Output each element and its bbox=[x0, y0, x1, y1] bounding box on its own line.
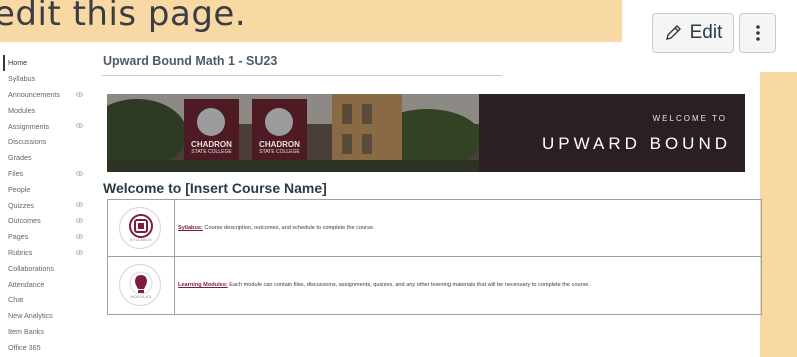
icon-cell: MODULES bbox=[108, 257, 175, 314]
nav-item[interactable]: Outcomes bbox=[8, 213, 98, 229]
nav-item-label: Chat bbox=[8, 295, 24, 305]
icon-caption: SYLLABUS bbox=[129, 238, 153, 242]
nav-item[interactable]: Item Banks bbox=[8, 324, 98, 340]
visibility-icon[interactable] bbox=[76, 249, 83, 256]
nav-item-label: Assignments bbox=[8, 121, 50, 131]
nav-item-label: Modules bbox=[8, 105, 36, 115]
nav-item-label: Discussions bbox=[8, 137, 47, 147]
table-row: MODULES Learning Modules: Each module ca… bbox=[108, 257, 761, 314]
visibility-icon[interactable] bbox=[76, 233, 83, 240]
nav-item-label: Files bbox=[8, 168, 24, 178]
nav-item[interactable]: Files bbox=[8, 166, 98, 182]
welcome-heading: Welcome to [Insert Course Name] bbox=[103, 180, 327, 196]
modules-icon bbox=[129, 271, 153, 295]
edit-button-label: Edit bbox=[689, 22, 723, 43]
visibility-icon[interactable] bbox=[76, 217, 83, 224]
nav-item[interactable]: Office 365 bbox=[8, 339, 98, 355]
nav-item-label: Outcomes bbox=[8, 216, 41, 226]
nav-item-label: Syllabus bbox=[8, 74, 36, 84]
nav-item[interactable]: People bbox=[8, 181, 98, 197]
nav-item[interactable]: Announcements bbox=[8, 87, 98, 103]
pencil-icon bbox=[665, 25, 681, 40]
banner-title-panel: WELCOME TO UPWARD BOUND bbox=[479, 94, 745, 172]
edit-button[interactable]: Edit bbox=[652, 13, 734, 53]
banner-welcome: WELCOME TO bbox=[652, 114, 727, 123]
nav-item-label: Item Banks bbox=[8, 326, 44, 336]
nav-item[interactable]: Discussions bbox=[8, 134, 98, 150]
visibility-icon[interactable] bbox=[76, 201, 83, 208]
syllabus-link[interactable]: Syllabus: bbox=[178, 225, 203, 231]
row-text: Each module can contain files, discussio… bbox=[227, 282, 590, 288]
flag-label-right: CHADRON STATE COLLEGE bbox=[252, 140, 307, 155]
kebab-icon bbox=[755, 25, 760, 41]
nav-item-label: Attendance bbox=[8, 279, 45, 289]
title-divider bbox=[102, 75, 502, 76]
nav-item-label: Rubrics bbox=[8, 247, 33, 257]
modules-badge: MODULES bbox=[119, 264, 161, 306]
resource-table: SYLLABUS Syllabus: Course description, o… bbox=[107, 199, 762, 315]
nav-item-label: Announcements bbox=[8, 89, 60, 99]
icon-caption: MODULES bbox=[130, 295, 152, 299]
nav-item-label: Office 365 bbox=[8, 342, 41, 352]
course-title[interactable]: Upward Bound Math 1 - SU23 bbox=[103, 54, 277, 68]
nav-item[interactable]: Assignments bbox=[8, 118, 98, 134]
more-options-button[interactable] bbox=[739, 13, 776, 53]
learning-modules-link[interactable]: Learning Modules: bbox=[178, 282, 228, 288]
row-description: Syllabus: Course description, outcomes, … bbox=[178, 225, 375, 231]
nav-item[interactable]: Collaborations bbox=[8, 260, 98, 276]
nav-item-label: Collaborations bbox=[8, 263, 54, 273]
welcome-banner: CHADRON STATE COLLEGE CHADRON STATE COLL… bbox=[107, 94, 745, 172]
flag-subname: STATE COLLEGE bbox=[191, 149, 232, 155]
icon-cell: SYLLABUS bbox=[108, 200, 175, 256]
nav-item[interactable]: New Analytics bbox=[8, 308, 98, 324]
nav-item[interactable]: Rubrics bbox=[8, 245, 98, 261]
nav-item[interactable]: Modules bbox=[8, 102, 98, 118]
nav-item[interactable]: Pages bbox=[8, 229, 98, 245]
flag-name: CHADRON bbox=[259, 140, 300, 149]
course-nav: Home Syllabus Announcements Modules Assignme… bbox=[3, 55, 98, 355]
flag-subname: STATE COLLEGE bbox=[259, 149, 300, 155]
visibility-icon[interactable] bbox=[76, 91, 83, 98]
visibility-icon[interactable] bbox=[76, 122, 83, 129]
nav-item-label: New Analytics bbox=[8, 311, 53, 321]
nav-item[interactable]: Syllabus bbox=[8, 71, 98, 87]
nav-item[interactable]: Chat bbox=[8, 292, 98, 308]
row-description: Learning Modules: Each module can contai… bbox=[178, 282, 590, 288]
nav-item[interactable]: Grades bbox=[8, 150, 98, 166]
nav-item-label: Grades bbox=[8, 153, 32, 163]
banner-title: UPWARD BOUND bbox=[541, 134, 731, 153]
syllabus-badge: SYLLABUS bbox=[119, 207, 161, 249]
flag-name: CHADRON bbox=[191, 140, 232, 149]
nav-item-label: Quizzes bbox=[8, 200, 34, 210]
nav-item[interactable]: Home bbox=[3, 55, 98, 71]
visibility-icon[interactable] bbox=[76, 170, 83, 177]
row-text: Course description, outcomes, and schedu… bbox=[202, 225, 375, 231]
campus-photo bbox=[107, 94, 479, 172]
nav-item-label: Home bbox=[8, 58, 28, 68]
slide-heading: edit this page. bbox=[0, 0, 247, 34]
syllabus-icon bbox=[129, 214, 153, 238]
table-row: SYLLABUS Syllabus: Course description, o… bbox=[108, 200, 761, 257]
nav-item-label: People bbox=[8, 184, 31, 194]
nav-item[interactable]: Quizzes bbox=[8, 197, 98, 213]
nav-item[interactable]: Attendance bbox=[8, 276, 98, 292]
flag-label-left: CHADRON STATE COLLEGE bbox=[184, 140, 239, 155]
nav-item-label: Pages bbox=[8, 232, 29, 242]
